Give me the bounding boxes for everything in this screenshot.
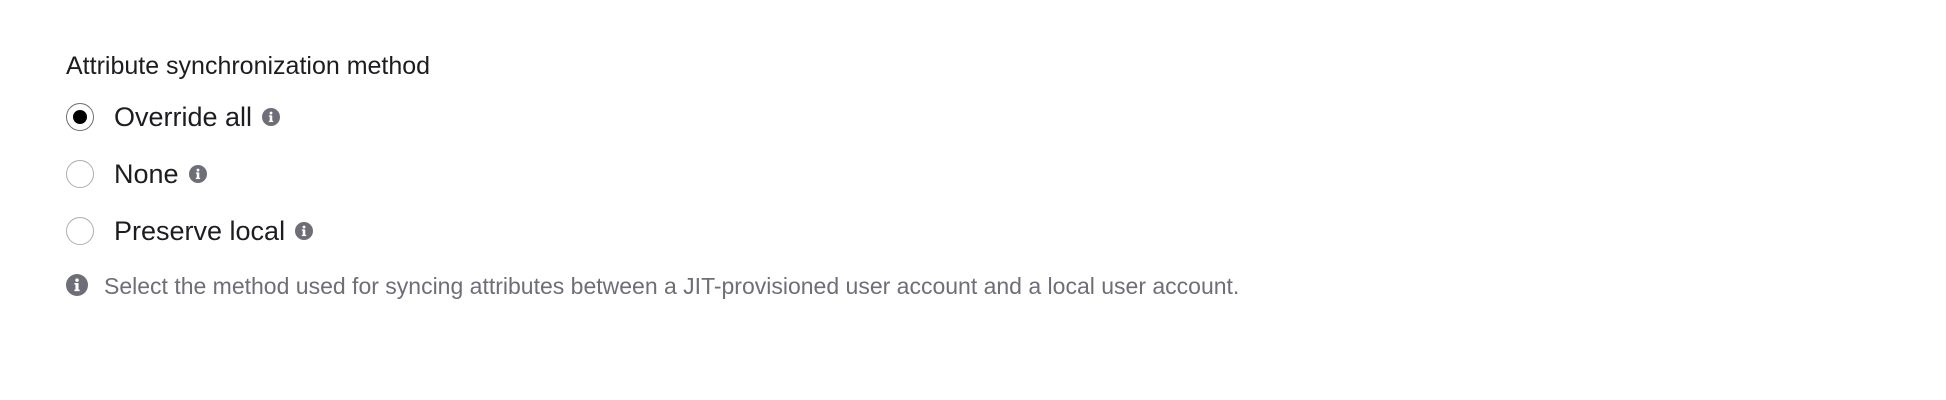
radio-label-preserve-local[interactable]: Preserve local (114, 215, 285, 247)
radio-label-none[interactable]: None (114, 158, 179, 190)
field-label: Attribute synchronization method (66, 52, 431, 80)
radio-option-none[interactable]: None (66, 158, 1946, 190)
radio-group: Override all None Preserve local (66, 101, 1946, 247)
info-icon[interactable] (188, 165, 207, 183)
help-text: Select the method used for syncing attri… (104, 273, 1240, 299)
radio-selected-dot (73, 110, 87, 124)
radio-option-preserve-local[interactable]: Preserve local (66, 215, 1946, 247)
info-icon[interactable] (295, 222, 314, 240)
info-icon[interactable] (262, 108, 281, 126)
radio-button-none[interactable] (66, 160, 94, 188)
radio-button-preserve-local[interactable] (66, 217, 94, 245)
help-text-row: Select the method used for syncing attri… (66, 268, 1946, 304)
attribute-sync-field: Attribute synchronization method Overrid… (66, 50, 1946, 304)
info-icon (66, 274, 88, 296)
radio-option-override-all[interactable]: Override all (66, 101, 1946, 133)
radio-button-override-all[interactable] (66, 103, 94, 131)
radio-label-override-all[interactable]: Override all (114, 101, 252, 133)
